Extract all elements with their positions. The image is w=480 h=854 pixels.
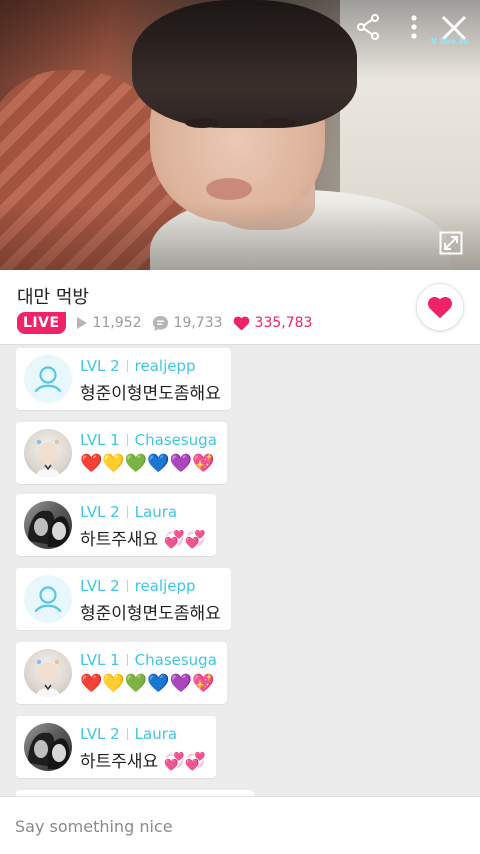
share-button[interactable] — [350, 10, 386, 44]
chat-message: LVL 2 realjepp 형준이형면도좀해요 — [16, 348, 231, 410]
user-avatar[interactable] — [24, 501, 72, 549]
video-player[interactable]: V live.tv — [0, 0, 480, 270]
view-count: 11,952 — [76, 315, 142, 331]
message-text: 형준이형면도좀해요 — [80, 604, 221, 624]
message-text: ❤️💛💚💙💜💖 — [80, 673, 215, 694]
chat-message: LVL 1 Chasesuga ❤️💛💚💙💜💖 — [16, 642, 227, 704]
broadcast-stats: LIVE 11,952 19,733 335,783 — [17, 311, 312, 335]
username[interactable]: Laura — [135, 503, 177, 521]
broadcast-info: 대만 먹방 LIVE 11,952 19,733 335,783 — [0, 270, 480, 345]
username[interactable]: Chasesuga — [135, 651, 217, 669]
user-avatar[interactable] — [24, 723, 72, 771]
heart-count: 335,783 — [233, 315, 312, 331]
username[interactable]: realjepp — [135, 357, 196, 375]
chat-message: LVL 1 Chasesuga ❤️💛💚💙💜💖 — [16, 422, 227, 484]
message-text: 하트주새요 💞💞 — [80, 530, 206, 550]
chat-message: LVL 2 Laura 하트주새요 💞💞 — [16, 494, 216, 556]
user-level: LVL 2 — [80, 577, 120, 595]
send-heart-button[interactable] — [416, 283, 464, 331]
comment-icon — [152, 315, 168, 331]
broadcast-title: 대만 먹방 — [17, 287, 89, 308]
comment-bar — [0, 796, 480, 854]
username[interactable]: Laura — [135, 725, 177, 743]
chat-message: LVL 2 realjepp 형준이형면도좀해요 — [16, 568, 231, 630]
message-text: 하트주새요 💞💞 — [80, 752, 206, 772]
user-avatar[interactable] — [24, 429, 72, 477]
user-level: LVL 2 — [80, 725, 120, 743]
heart-icon — [233, 316, 249, 330]
user-level: LVL 2 — [80, 503, 120, 521]
username[interactable]: realjepp — [135, 577, 196, 595]
live-badge: LIVE — [17, 312, 66, 334]
message-text: 형준이형면도좀해요 — [80, 384, 221, 404]
comment-input[interactable] — [0, 797, 480, 854]
default-avatar-icon[interactable] — [24, 575, 72, 623]
vlive-watermark: V live.tv — [431, 37, 469, 46]
chat-message: LVL 2 Laura 하트주새요 💞💞 — [16, 716, 216, 778]
user-level: LVL 1 — [80, 431, 120, 449]
more-options-button[interactable] — [400, 10, 428, 44]
user-avatar[interactable] — [24, 649, 72, 697]
default-avatar-icon[interactable] — [24, 355, 72, 403]
message-text: ❤️💛💚💙💜💖 — [80, 453, 215, 474]
user-level: LVL 1 — [80, 651, 120, 669]
heart-icon — [427, 296, 453, 318]
fullscreen-button[interactable] — [436, 228, 466, 258]
chat-list[interactable]: LVL 2 realjepp 형준이형면도좀해요 LVL 1 Chasesuga ❤… — [0, 345, 480, 796]
expand-icon — [439, 231, 463, 255]
comment-count: 19,733 — [152, 315, 223, 332]
share-icon — [357, 14, 379, 40]
play-icon — [76, 317, 87, 329]
user-level: LVL 2 — [80, 357, 120, 375]
more-vertical-icon — [411, 15, 417, 39]
username[interactable]: Chasesuga — [135, 431, 217, 449]
